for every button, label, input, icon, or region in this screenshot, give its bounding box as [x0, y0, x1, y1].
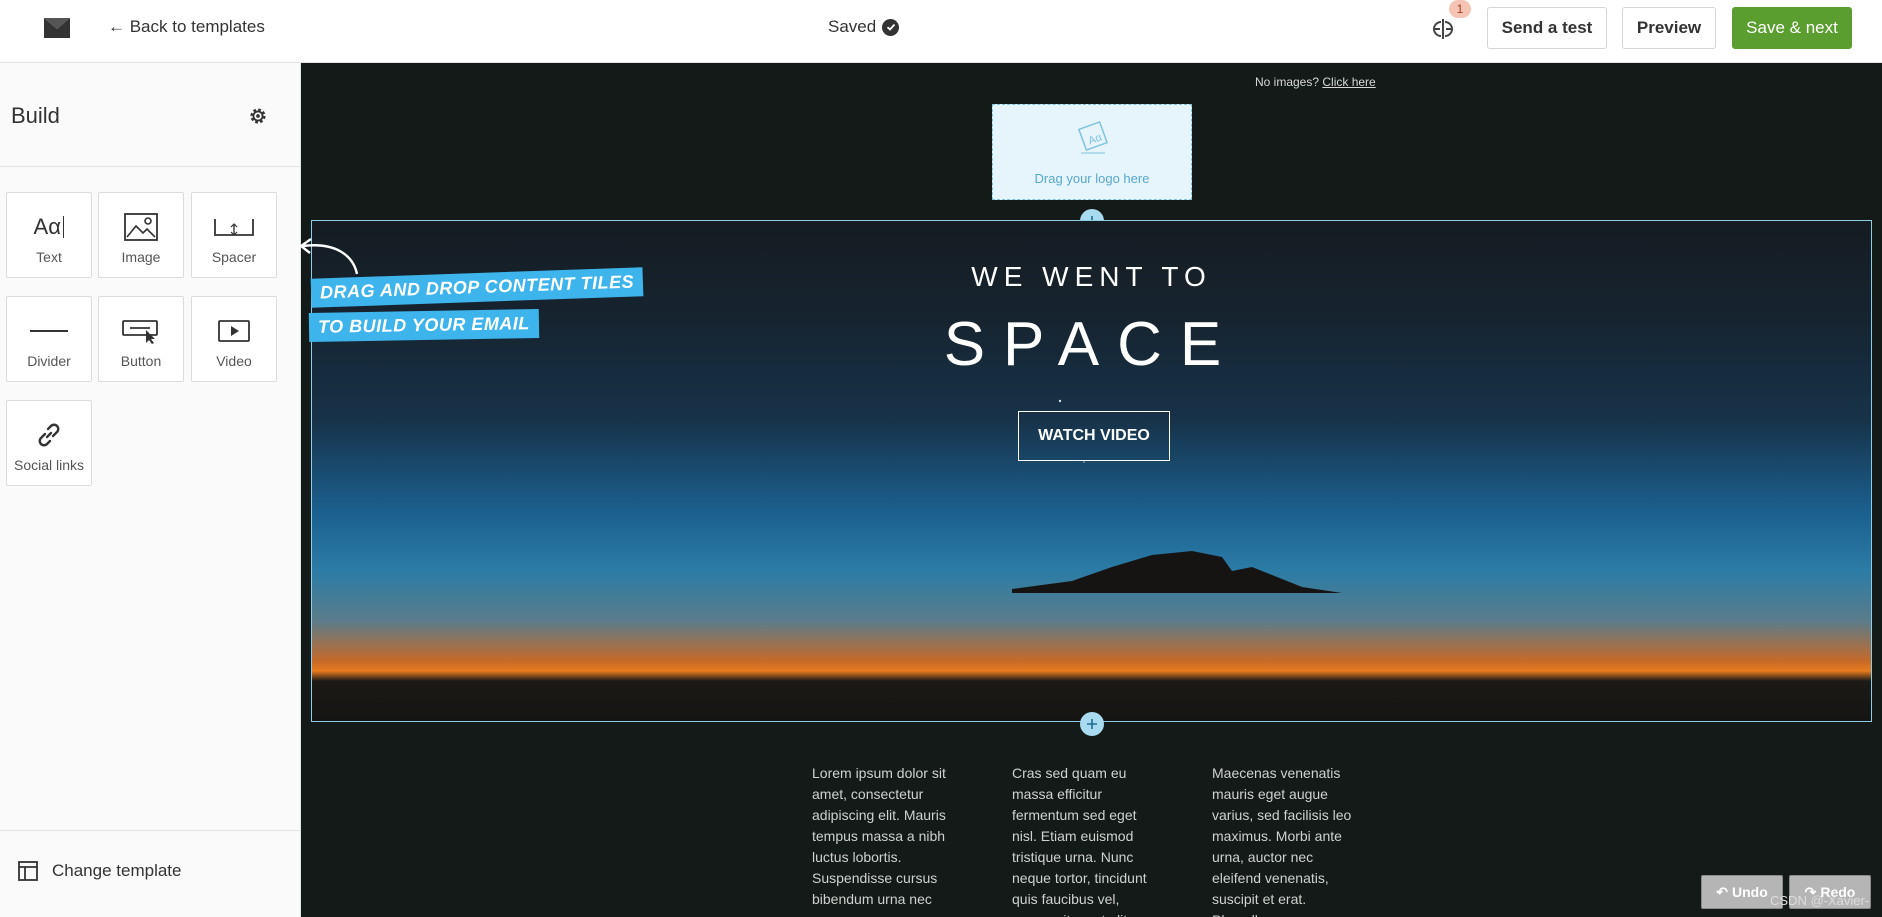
watermark: CSDN @-Xavier- [1770, 893, 1870, 908]
sidebar-header: Build [0, 63, 300, 167]
text-column-3[interactable]: Maecenas venenatis mauris eget augue var… [1212, 763, 1357, 917]
check-circle-icon [882, 18, 900, 36]
tile-label: Social links [13, 457, 85, 473]
logo-drop-zone[interactable]: Aα Drag your logo here [992, 104, 1192, 200]
callout-line-2: TO BUILD YOUR EMAIL [308, 308, 540, 343]
sidebar-footer: Change template [0, 830, 300, 917]
tile-label: Video [216, 353, 252, 369]
text-icon: Aα [7, 211, 91, 243]
notification-badge: 1 [1449, 0, 1471, 18]
logo-placeholder-icon: Aα [1077, 120, 1109, 154]
tile-social-links[interactable]: Social links [6, 400, 92, 486]
back-to-templates-link[interactable]: ← Back to templates [108, 17, 265, 37]
add-block-plus-icon[interactable] [1080, 712, 1104, 736]
build-sidebar: Build Aα Text Image Spacer Divider Butto… [0, 63, 301, 917]
text-column-2[interactable]: Cras sed quam eu massa efficitur ferment… [1012, 763, 1157, 917]
logo-drop-text: Drag your logo here [1034, 171, 1150, 186]
email-canvas: No images? Click here Aα Drag your logo … [301, 63, 1882, 917]
envelope-logo-icon[interactable] [44, 18, 70, 38]
save-next-button[interactable]: Save & next [1732, 7, 1852, 49]
sidebar-title: Build [11, 103, 60, 128]
hero-title: SPACE [943, 310, 1240, 379]
saved-status: Saved [828, 17, 900, 37]
tile-divider[interactable]: Divider [6, 296, 92, 382]
change-template-button[interactable]: Change template [18, 861, 181, 881]
watch-video-button[interactable]: WATCH VIDEO [1018, 411, 1170, 461]
button-icon [99, 315, 183, 347]
top-bar: ← Back to templates Saved 1 Send a test … [0, 0, 1882, 63]
tile-text[interactable]: Aα Text [6, 192, 92, 278]
image-icon [99, 211, 183, 243]
preview-button[interactable]: Preview [1622, 7, 1716, 49]
no-images-text: No images? [1255, 75, 1320, 89]
tile-label: Text [36, 249, 62, 265]
tile-button[interactable]: Button [98, 296, 184, 382]
no-images-link[interactable]: Click here [1322, 75, 1375, 89]
divider-icon [7, 315, 91, 347]
undo-label: Undo [1731, 884, 1768, 900]
tile-label: Button [120, 353, 162, 369]
tile-label: Spacer [211, 249, 257, 265]
video-icon [192, 315, 276, 347]
tile-label: Divider [27, 353, 71, 369]
gear-icon[interactable] [247, 105, 269, 127]
ab-test-button[interactable] [1428, 14, 1458, 44]
text-column-1[interactable]: Lorem ipsum dolor sit amet, consectetur … [812, 763, 957, 910]
tile-label: Image [121, 249, 161, 265]
undo-icon: ↶ [1716, 883, 1728, 900]
split-test-icon [1433, 19, 1453, 39]
tile-spacer[interactable]: Spacer [191, 192, 277, 278]
tile-video[interactable]: Video [191, 296, 277, 382]
no-images-notice: No images? Click here [1255, 75, 1376, 89]
spacer-icon [192, 211, 276, 243]
layout-icon [18, 861, 38, 881]
curved-arrow-icon [298, 238, 359, 275]
tile-image[interactable]: Image [98, 192, 184, 278]
saved-label: Saved [828, 17, 877, 36]
send-test-button[interactable]: Send a test [1487, 7, 1607, 49]
link-icon [7, 419, 91, 451]
change-template-label: Change template [52, 861, 182, 880]
